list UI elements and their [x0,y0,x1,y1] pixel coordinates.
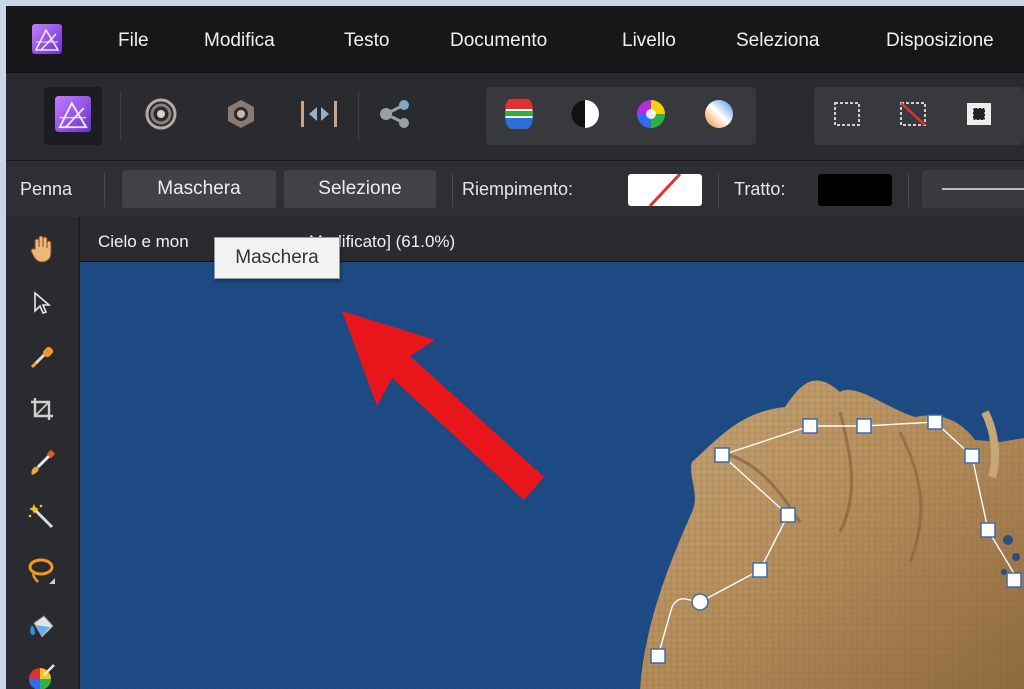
hand-tool[interactable] [20,229,64,273]
context-separator [718,173,719,207]
selection-brush-icon [28,449,56,482]
export-persona-icon [378,98,412,135]
menu-livello[interactable]: Livello [622,30,676,52]
hand-tool-icon [29,235,55,268]
gradient-tool[interactable] [20,657,64,689]
photo-persona-button[interactable] [44,87,102,145]
move-tool[interactable] [20,283,64,327]
liquify-persona-icon [144,97,178,136]
flood-select-icon [28,503,56,536]
auto-contrast-button[interactable] [556,87,614,145]
affinity-photo-logo-icon[interactable] [32,24,62,54]
gradient-icon [28,663,56,689]
menu-documento[interactable]: Documento [450,30,547,52]
develop-persona-icon [225,98,257,135]
document-title-start: Cielo e mon [98,232,189,251]
invert-selection-button[interactable] [950,87,1008,145]
stroke-line-preview [942,188,1024,190]
marquee-selection-icon [832,100,862,133]
mask-button[interactable]: Maschera [122,170,276,208]
auto-white-balance-button[interactable] [690,87,748,145]
liquify-persona-button[interactable] [132,87,190,145]
tool-name-label: Penna [20,179,73,199]
no-fill-icon [648,174,682,206]
fill-label: Riempimento: [462,179,574,199]
selection-button[interactable]: Selezione [284,170,436,208]
stroke-swatch[interactable] [818,174,892,206]
affinity-persona-icon [55,95,91,137]
export-persona-button[interactable] [366,87,424,145]
toolbar-separator [358,91,359,141]
stroke-label: Tratto: [734,179,786,199]
selection-brush-tool[interactable] [20,443,64,487]
move-tool-icon [30,290,54,321]
tone-mapping-persona-icon [299,98,339,135]
menu-bar: File Modifica Testo Documento Livello Se… [6,6,1024,72]
crop-tool-icon [29,396,55,427]
auto-white-balance-icon [704,99,734,134]
mask-tooltip: Maschera [214,237,340,279]
auto-levels-button[interactable] [490,87,548,145]
stroke-width-control[interactable] [922,170,1024,208]
context-separator [104,173,105,207]
deselect-icon [898,100,928,133]
crop-tool[interactable] [20,389,64,433]
lasso-icon [27,556,57,591]
canvas-artwork [80,262,1024,689]
flood-fill-icon [28,613,56,646]
context-toolbar: Penna Maschera Selezione Riempimento: Tr… [6,160,1024,218]
app-window: File Modifica Testo Documento Livello Se… [6,6,1024,689]
auto-levels-icon [504,94,534,134]
context-separator [908,173,909,207]
tools-panel [6,217,78,689]
toolbar-separator [120,91,121,141]
menu-disposizione[interactable]: Disposizione [886,30,994,52]
menu-modifica[interactable]: Modifica [204,30,275,52]
context-separator [452,173,453,207]
menu-seleziona[interactable]: Seleziona [736,30,819,52]
fill-swatch[interactable] [628,174,702,206]
tone-mapping-persona-button[interactable] [290,87,348,145]
select-all-button[interactable] [818,87,876,145]
auto-colors-button[interactable] [622,87,680,145]
document-canvas[interactable] [80,262,1024,689]
deselect-button[interactable] [884,87,942,145]
auto-colors-icon [636,99,666,134]
menu-testo[interactable]: Testo [344,30,389,52]
develop-persona-button[interactable] [212,87,270,145]
invert-selection-icon [964,100,994,133]
menu-file[interactable]: File [118,30,149,52]
color-picker-icon [29,344,55,375]
color-picker-tool[interactable] [20,337,64,381]
lasso-tool[interactable] [20,551,64,595]
flood-select-tool[interactable] [20,497,64,541]
toolbar [6,72,1024,161]
flood-fill-tool[interactable] [20,607,64,651]
auto-contrast-icon [570,99,600,134]
